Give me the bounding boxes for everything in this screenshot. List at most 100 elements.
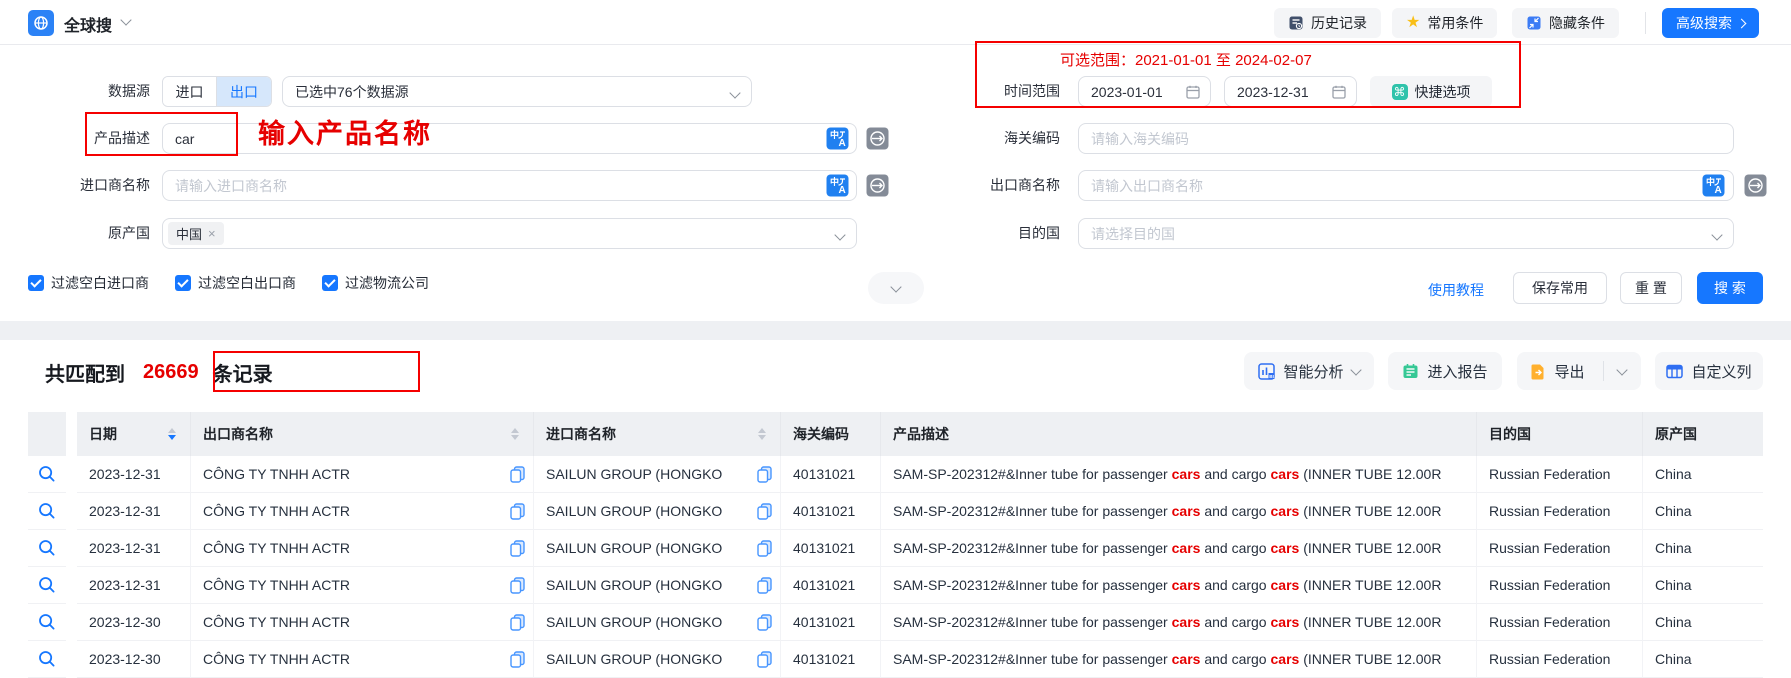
synonym-match-icon[interactable] — [866, 174, 889, 197]
time-range-label: 时间范围 — [955, 76, 1060, 107]
row-gap — [66, 530, 77, 567]
translate-icon[interactable]: 中A — [1702, 174, 1725, 197]
copy-icon[interactable] — [757, 503, 772, 520]
search-detail-icon[interactable] — [37, 575, 57, 595]
keyword-highlight: cars — [1172, 503, 1201, 519]
exporter-cell: CÔNG TY TNHH ACTR — [191, 493, 534, 530]
history-button[interactable]: 历史记录 — [1274, 8, 1381, 38]
chevron-down-icon[interactable] — [1616, 364, 1627, 375]
synonym-match-icon[interactable] — [866, 127, 889, 150]
column-header-date[interactable]: 日期 — [77, 412, 191, 456]
copy-icon[interactable] — [510, 651, 525, 668]
column-label: 出口商名称 — [203, 424, 273, 444]
translate-icon[interactable]: 中A — [826, 174, 849, 197]
calendar-icon — [1331, 84, 1347, 100]
dest-country-cell: Russian Federation — [1477, 567, 1643, 604]
search-detail-icon[interactable] — [37, 501, 57, 521]
country-tag: 中国 × — [168, 222, 224, 245]
custom-columns-button[interactable]: 自定义列 — [1655, 352, 1763, 390]
column-header-importer[interactable]: 进口商名称 — [534, 412, 781, 456]
tutorial-link[interactable]: 使用教程 — [1428, 280, 1484, 300]
translate-icon[interactable]: 中A — [826, 127, 849, 150]
star-icon: ★ — [1406, 15, 1420, 31]
filter-logistics[interactable]: 过滤物流公司 — [322, 273, 429, 293]
row-detail-cell — [28, 567, 66, 604]
hs-code-input[interactable] — [1078, 123, 1734, 154]
copy-icon[interactable] — [510, 466, 525, 483]
search-detail-icon[interactable] — [37, 612, 57, 632]
collapse-form-button[interactable] — [868, 272, 924, 304]
checkbox-checked-icon[interactable] — [28, 275, 44, 291]
enter-report-button[interactable]: 进入报告 — [1388, 352, 1502, 390]
favorites-button[interactable]: ★ 常用条件 — [1392, 8, 1497, 38]
table-row: 2023-12-31 CÔNG TY TNHH ACTR SAILUN GROU… — [28, 493, 1763, 530]
row-gap — [66, 456, 77, 493]
dest-country-select[interactable]: 请选择目的国 — [1078, 218, 1734, 249]
quick-options-label: 快捷选项 — [1415, 82, 1471, 102]
copy-icon[interactable] — [757, 540, 772, 557]
dest-country-cell: Russian Federation — [1477, 604, 1643, 641]
keyword-highlight: cars — [1271, 651, 1300, 667]
row-gap — [66, 493, 77, 530]
count-value: 26669 — [143, 361, 199, 384]
end-date-input[interactable]: 2023-12-31 — [1224, 76, 1357, 107]
copy-icon[interactable] — [757, 651, 772, 668]
copy-icon[interactable] — [510, 503, 525, 520]
tab-export[interactable]: 出口 — [217, 77, 271, 106]
row-detail-cell — [28, 493, 66, 530]
report-icon — [1402, 363, 1419, 380]
tag-remove-icon[interactable]: × — [208, 226, 216, 241]
quick-options-button[interactable]: ⌘ 快捷选项 — [1370, 76, 1492, 107]
start-date-input[interactable]: 2023-01-01 — [1078, 76, 1211, 107]
search-detail-icon[interactable] — [37, 464, 57, 484]
advanced-search-button[interactable]: 高级搜索 — [1662, 8, 1759, 38]
origin-country-cell: China — [1643, 604, 1763, 641]
favorites-label: 常用条件 — [1427, 13, 1483, 33]
hide-conditions-button[interactable]: 隐藏条件 — [1512, 8, 1619, 38]
column-header-exporter[interactable]: 出口商名称 — [191, 412, 534, 456]
copy-icon[interactable] — [757, 466, 772, 483]
keyword-highlight: cars — [1172, 614, 1201, 630]
dest-country-placeholder: 请选择目的国 — [1091, 224, 1175, 244]
dest-country-value: Russian Federation — [1489, 614, 1610, 630]
copy-icon[interactable] — [510, 614, 525, 631]
copy-icon[interactable] — [510, 577, 525, 594]
search-detail-icon[interactable] — [37, 649, 57, 669]
country-tag-label: 中国 — [176, 224, 202, 243]
checkbox-checked-icon[interactable] — [322, 275, 338, 291]
copy-icon[interactable] — [757, 577, 772, 594]
search-detail-icon[interactable] — [37, 538, 57, 558]
save-common-button[interactable]: 保存常用 — [1513, 272, 1607, 304]
sort-icon[interactable] — [168, 428, 176, 440]
product-desc-text: SAM-SP-202312#&Inner tube for passenger … — [893, 577, 1441, 593]
app-chevron-down-icon[interactable] — [120, 14, 131, 25]
smart-analysis-button[interactable]: BI 智能分析 — [1244, 352, 1374, 390]
product-desc-cell: SAM-SP-202312#&Inner tube for passenger … — [881, 641, 1477, 678]
synonym-match-icon[interactable] — [1744, 174, 1767, 197]
keyword-highlight: cars — [1172, 577, 1201, 593]
search-button[interactable]: 搜 索 — [1697, 272, 1763, 304]
table-row: 2023-12-31 CÔNG TY TNHH ACTR SAILUN GROU… — [28, 530, 1763, 567]
sort-icon[interactable] — [758, 428, 766, 440]
export-button-group[interactable]: 导出 — [1517, 352, 1641, 390]
filter-blank-importer[interactable]: 过滤空白进口商 — [28, 273, 149, 293]
sort-icon[interactable] — [511, 428, 519, 440]
exporter-input[interactable] — [1078, 170, 1734, 201]
result-count-line: 共匹配到 26669 条记录 — [45, 358, 273, 387]
checkbox-checked-icon[interactable] — [175, 275, 191, 291]
count-suffix: 条记录 — [213, 358, 273, 387]
date-value: 2023-12-31 — [89, 577, 161, 593]
filter-blank-exporter[interactable]: 过滤空白出口商 — [175, 273, 296, 293]
origin-country-select[interactable]: 中国 × — [162, 218, 857, 249]
copy-icon[interactable] — [510, 540, 525, 557]
hs-code-value: 40131021 — [793, 651, 855, 667]
column-label: 目的国 — [1489, 424, 1531, 444]
table-body: 2023-12-31 CÔNG TY TNHH ACTR SAILUN GROU… — [28, 456, 1763, 678]
data-source-select[interactable]: 已选中76个数据源 — [282, 76, 752, 107]
dest-country-label: 目的国 — [955, 218, 1060, 249]
importer-input[interactable] — [162, 170, 857, 201]
reset-button[interactable]: 重 置 — [1620, 272, 1682, 304]
exporter-name: CÔNG TY TNHH ACTR — [203, 651, 350, 667]
tab-import[interactable]: 进口 — [163, 77, 217, 106]
copy-icon[interactable] — [757, 614, 772, 631]
